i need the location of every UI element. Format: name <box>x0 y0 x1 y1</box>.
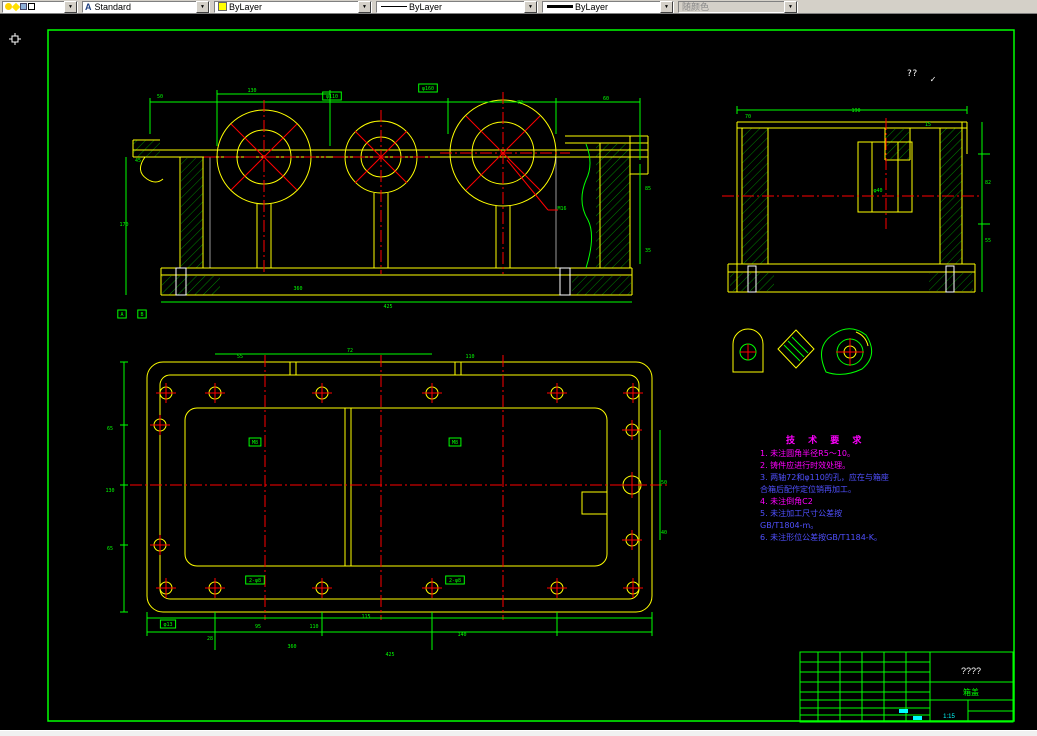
tech-requirement-line: 2. 铸件应进行时效处理。 <box>760 461 851 470</box>
technical-requirements: 技 术 要 求 1. 未注圆角半径R5～10。 2. 铸件应进行时效处理。 3. 两… <box>760 433 1010 544</box>
title-block-part-name: 箱盖 <box>963 687 979 697</box>
cad-application-window: ▼ A Standard ▼ ByLayer ▼ ByLayer ▼ ByLay… <box>0 0 1037 736</box>
title-block: ???? 箱盖 1:15 <box>799 651 1014 723</box>
linetype-value: ByLayer <box>409 1 443 12</box>
text-style-value: Standard <box>94 1 132 12</box>
lineweight-dropdown-arrow[interactable]: ▼ <box>660 0 673 13</box>
title-block-drawing-no: ???? <box>961 666 981 676</box>
drawing-svg: 50 130 φ110 φ160 72 60 45 170 85 35 360 425 M16 A B 70 1… <box>9 29 1015 723</box>
svg-text:15: 15 <box>925 122 931 128</box>
detail-views <box>732 328 873 375</box>
plan-view <box>120 353 668 650</box>
tech-requirement-line: 6. 未注形位公差按GB/T1184-K。 <box>760 533 882 542</box>
layer-thaw-icon <box>11 2 21 11</box>
layer-combo-dropdown-arrow[interactable]: ▼ <box>64 0 77 13</box>
svg-text:130: 130 <box>247 88 256 94</box>
linetype-sample-icon <box>381 6 407 7</box>
svg-text:70: 70 <box>745 114 751 120</box>
text-style-combo[interactable]: A Standard ▼ <box>82 0 210 13</box>
svg-text:110: 110 <box>309 624 318 630</box>
tech-requirement-line: 3. 两轴72和φ110的孔，应在与箱座 <box>760 473 889 482</box>
layer-lock-icon <box>20 3 27 10</box>
title-block-cyan-cell <box>899 709 908 713</box>
tech-requirement-line: 4. 未注倒角C2 <box>760 497 813 506</box>
tech-requirement-line: GB/T1804-m。 <box>760 521 819 530</box>
svg-text:115: 115 <box>361 614 370 620</box>
svg-text:M8: M8 <box>452 440 458 446</box>
plotstyle-dropdown-arrow: ▼ <box>784 0 797 13</box>
svg-text:φ160: φ160 <box>422 86 434 92</box>
linetype-combo[interactable]: ByLayer ▼ <box>376 0 538 13</box>
svg-text:130: 130 <box>105 488 114 494</box>
pickbox-cursor-icon <box>9 33 21 45</box>
color-dropdown-arrow[interactable]: ▼ <box>358 0 371 13</box>
svg-text:60: 60 <box>603 96 609 102</box>
svg-text:425: 425 <box>385 652 394 658</box>
svg-text:45: 45 <box>135 158 141 164</box>
tech-requirement-line: 1. 未注圆角半径R5～10。 <box>760 449 856 458</box>
svg-text:40: 40 <box>661 530 667 536</box>
lineweight-combo[interactable]: ByLayer ▼ <box>542 0 674 13</box>
svg-text:A: A <box>120 312 123 318</box>
drawing-canvas[interactable]: 50 130 φ110 φ160 72 60 45 170 85 35 360 425 M16 A B 70 1… <box>0 14 1037 730</box>
lineweight-value: ByLayer <box>575 1 609 12</box>
svg-text:2-φ8: 2-φ8 <box>249 578 261 584</box>
svg-text:50: 50 <box>661 480 667 486</box>
svg-text:✓: ✓ <box>930 75 935 85</box>
front-view <box>125 90 649 303</box>
svg-text:360: 360 <box>293 286 302 292</box>
object-properties-toolbar: ▼ A Standard ▼ ByLayer ▼ ByLayer ▼ ByLay… <box>0 0 1037 14</box>
svg-text:B: B <box>140 312 143 318</box>
svg-text:170: 170 <box>119 222 128 228</box>
svg-text:140: 140 <box>457 632 466 638</box>
svg-text:360: 360 <box>287 644 296 650</box>
svg-text:72: 72 <box>517 100 523 106</box>
current-color-swatch-icon <box>218 2 227 11</box>
linetype-dropdown-arrow[interactable]: ▼ <box>524 0 537 13</box>
svg-text:2-φ8: 2-φ8 <box>449 578 461 584</box>
technical-requirements-list: 1. 未注圆角半径R5～10。 2. 铸件应进行时效处理。 3. 两轴72和φ110… <box>760 448 1010 544</box>
color-value: ByLayer <box>229 1 263 12</box>
svg-text:φ40: φ40 <box>873 188 882 194</box>
title-block-cyan-cell <box>913 716 922 720</box>
color-combo[interactable]: ByLayer ▼ <box>214 0 372 13</box>
svg-text:28: 28 <box>207 636 213 642</box>
svg-text:φ13: φ13 <box>163 622 172 628</box>
svg-text:M16: M16 <box>557 206 566 212</box>
plotstyle-combo: 随颜色 ▼ <box>678 0 798 13</box>
svg-text:55: 55 <box>985 238 991 244</box>
layer-color-swatch-icon <box>28 3 35 10</box>
title-block-scale: 1:15 <box>943 714 955 720</box>
svg-text:65: 65 <box>107 426 113 432</box>
svg-text:35: 35 <box>645 248 651 254</box>
svg-text:95: 95 <box>255 624 261 630</box>
svg-text:65: 65 <box>107 546 113 552</box>
text-style-icon: A <box>85 1 92 12</box>
lineweight-sample-icon <box>547 5 573 8</box>
svg-text:M8: M8 <box>252 440 258 446</box>
plotstyle-value: 随颜色 <box>682 1 710 12</box>
svg-text:50: 50 <box>157 94 163 100</box>
svg-text:??: ?? <box>907 69 918 79</box>
svg-text:110: 110 <box>465 354 474 360</box>
tech-requirement-line: 5. 未注加工尺寸公差按 <box>760 509 843 518</box>
side-view <box>722 106 990 293</box>
technical-requirements-title: 技 术 要 求 <box>786 436 867 446</box>
layer-combo[interactable]: ▼ <box>2 0 78 13</box>
svg-text:85: 85 <box>645 186 651 192</box>
window-bottom-edge <box>0 730 1037 736</box>
svg-text:190: 190 <box>851 108 860 114</box>
svg-text:55: 55 <box>237 354 243 360</box>
text-style-dropdown-arrow[interactable]: ▼ <box>196 0 209 13</box>
tech-requirement-line: 合箱后配作定位销再加工。 <box>760 485 856 494</box>
svg-text:72: 72 <box>347 348 353 354</box>
svg-text:φ110: φ110 <box>326 94 338 100</box>
svg-text:82: 82 <box>985 180 991 186</box>
svg-text:425: 425 <box>383 304 392 310</box>
